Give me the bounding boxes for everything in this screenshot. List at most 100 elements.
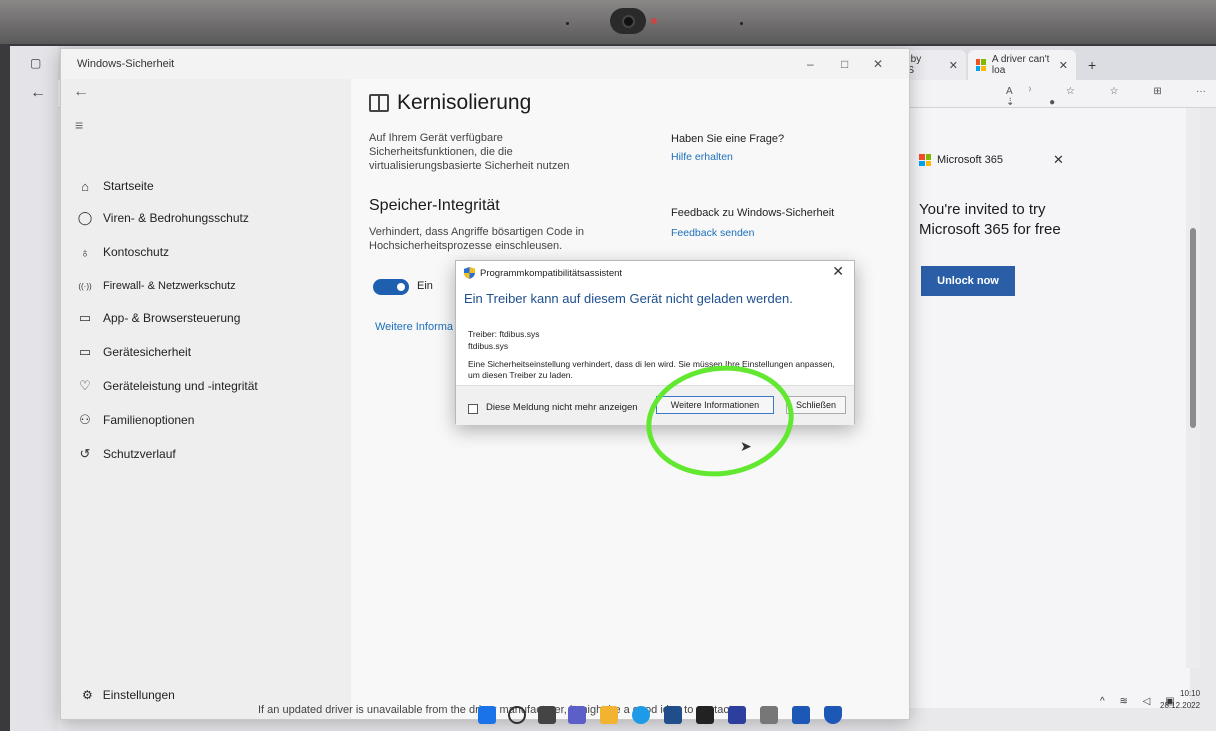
edge-icon[interactable] — [632, 706, 650, 724]
memory-integrity-toggle[interactable] — [373, 279, 409, 295]
close-dialog-button[interactable]: Schließen — [786, 396, 846, 414]
maximize-button[interactable]: □ — [841, 57, 848, 71]
window-titlebar: Windows-Sicherheit — [61, 49, 909, 79]
nav-item-app-browser-control[interactable]: ▭ App- & Browsersteuerung — [77, 305, 241, 331]
tab-actions-icon[interactable]: ▢ — [30, 56, 41, 70]
minimize-button[interactable]: – — [807, 57, 814, 71]
gear-icon: ⚙ — [82, 688, 93, 702]
start-icon[interactable] — [478, 706, 496, 724]
question-section: Haben Sie eine Frage? Hilfe erhalten — [671, 133, 784, 163]
help-link[interactable]: Hilfe erhalten — [671, 151, 784, 163]
toolbar-icons[interactable]: A⁾ ☆ ☆ ⊞ ⇣ ● — [1006, 86, 1216, 108]
nav-item-account-protection[interactable]: ♁ Kontoschutz — [77, 239, 169, 265]
app-icon[interactable] — [696, 706, 714, 724]
settings-label: Einstellungen — [102, 688, 175, 702]
teams-icon[interactable] — [568, 706, 586, 724]
scrollbar-thumb[interactable] — [1190, 228, 1196, 428]
person-icon: ♁ — [80, 244, 90, 260]
screen: US by ASS ✕ A driver can't loa ✕ + A⁾ ☆ … — [10, 46, 1216, 731]
home-icon: ⌂ — [81, 178, 89, 194]
webcam-led — [651, 18, 657, 24]
folder-icon[interactable] — [600, 706, 618, 724]
close-icon[interactable]: ✕ — [1053, 152, 1064, 168]
nav-item-device-performance[interactable]: ♡ Geräteleistung und -integrität — [77, 373, 258, 399]
nav-item-virus-protection[interactable]: ◯ Viren- & Bedrohungsschutz — [77, 205, 249, 231]
webcam — [610, 8, 646, 34]
app-icon[interactable] — [760, 706, 778, 724]
browser-tab-active[interactable]: A driver can't loa ✕ — [968, 50, 1076, 80]
laptop-icon: ▭ — [78, 344, 92, 359]
plus-icon: + — [1088, 57, 1097, 73]
dialog-titlebar: Programmkompatibilitätsassistent — [464, 267, 622, 279]
nav-item-label: Startseite — [103, 179, 154, 193]
nav-item-label: Kontoschutz — [103, 245, 170, 259]
tab-label: A driver can't loa — [991, 54, 1050, 76]
back-arrow-icon[interactable]: ← — [73, 83, 89, 101]
nav-item-label: Familienoptionen — [103, 413, 195, 427]
wifi-icon: ((·)) — [78, 281, 92, 291]
nav-item-label: Firewall- & Netzwerkschutz — [103, 280, 236, 292]
nav-item-device-security[interactable]: ▭ Gerätesicherheit — [77, 339, 191, 365]
bezel-dot — [566, 22, 569, 25]
ms365-promo-card: Microsoft 365 ✕ You're invited to try Mi… — [903, 146, 1183, 366]
dialog-close-icon[interactable]: ✕ — [832, 263, 844, 280]
app-icon[interactable] — [728, 706, 746, 724]
nav-item-family-options[interactable]: ⚇ Familienoptionen — [77, 407, 194, 433]
core-isolation-icon — [369, 94, 389, 112]
page-title: Kernisolierung — [369, 91, 531, 115]
clock-time: 10:10 — [1180, 689, 1201, 698]
browser-left-rail: ▢ ← — [10, 46, 58, 731]
driver-file: ftdibus.sys — [468, 341, 509, 351]
navigation-pane: ← ≡ ⌂ Startseite ◯ Viren- & Bedrohungssc… — [61, 79, 351, 719]
more-info-link[interactable]: Weitere Informa — [375, 321, 453, 333]
microsoft-logo-icon — [919, 154, 931, 166]
taskbar-clock[interactable]: 10:10 28.12.2022 — [1160, 688, 1200, 712]
feedback-section: Feedback zu Windows-Sicherheit Feedback … — [671, 207, 834, 239]
nav-item-label: Gerätesicherheit — [103, 345, 192, 359]
more-icon[interactable]: ··· — [1196, 86, 1206, 97]
question-title: Haben Sie eine Frage? — [671, 133, 785, 145]
uac-shield-icon — [464, 267, 475, 279]
tab-close-icon[interactable]: ✕ — [949, 59, 958, 72]
clock-date: 28.12.2022 — [1160, 701, 1201, 710]
memory-integrity-title: Speicher-Integrität — [369, 197, 500, 214]
defender-shield-icon[interactable] — [824, 706, 842, 724]
ms365-brand: Microsoft 365 — [937, 154, 1004, 166]
family-icon: ⚇ — [79, 412, 91, 427]
close-button[interactable]: ✕ — [873, 57, 883, 71]
laptop-bezel — [0, 0, 1216, 44]
window-title: Windows-Sicherheit — [77, 58, 175, 70]
nav-item-label: Geräteleistung und -integrität — [103, 379, 258, 393]
nav-item-firewall[interactable]: ((·)) Firewall- & Netzwerkschutz — [77, 273, 236, 299]
nav-item-label: Viren- & Bedrohungsschutz — [103, 211, 249, 225]
app-window-icon: ▭ — [78, 310, 92, 325]
toggle-label: Ein — [417, 280, 433, 292]
nav-item-protection-history[interactable]: ↺ Schutzverlauf — [77, 441, 176, 467]
checkbox-label: Diese Meldung nicht mehr anzeigen — [486, 402, 638, 413]
search-icon[interactable] — [508, 706, 526, 724]
page-scrollbar[interactable] — [1186, 108, 1200, 668]
dialog-title: Programmkompatibilitätsassistent — [480, 267, 623, 279]
nav-item-startseite[interactable]: ⌂ Startseite — [77, 173, 154, 199]
unlock-now-button[interactable]: Unlock now — [921, 266, 1015, 296]
hamburger-menu-icon[interactable]: ≡ — [75, 117, 83, 133]
page-description: Auf Ihrem Gerät verfügbare Sicherheitsfu… — [369, 132, 570, 172]
feedback-title: Feedback zu Windows-Sicherheit — [671, 207, 835, 219]
memory-integrity-description: Verhindert, dass Angriffe bösartigen Cod… — [369, 226, 585, 252]
tab-close-icon[interactable]: ✕ — [1059, 59, 1068, 72]
history-icon: ↺ — [79, 446, 91, 461]
new-tab-button[interactable]: + — [1080, 50, 1104, 80]
security-shield-icon[interactable] — [792, 706, 810, 724]
nav-item-label: App- & Browsersteuerung — [103, 311, 241, 325]
task-view-icon[interactable] — [538, 706, 556, 724]
dont-show-checkbox[interactable] — [468, 404, 478, 414]
nav-item-label: Schutzverlauf — [103, 447, 176, 461]
store-icon[interactable] — [664, 706, 682, 724]
driver-line: Treiber: ftdibus.sys — [468, 329, 540, 339]
back-arrow-icon[interactable]: ← — [30, 84, 46, 102]
ms365-invite-text: You're invited to try Microsoft 365 for … — [919, 201, 1061, 238]
ms365-header: Microsoft 365 — [919, 154, 1003, 166]
dialog-message: Eine Sicherheitseinstellung verhindert, … — [468, 359, 835, 380]
settings-nav-item[interactable]: ⚙ Einstellungen — [82, 688, 175, 702]
feedback-link[interactable]: Feedback senden — [671, 227, 834, 239]
